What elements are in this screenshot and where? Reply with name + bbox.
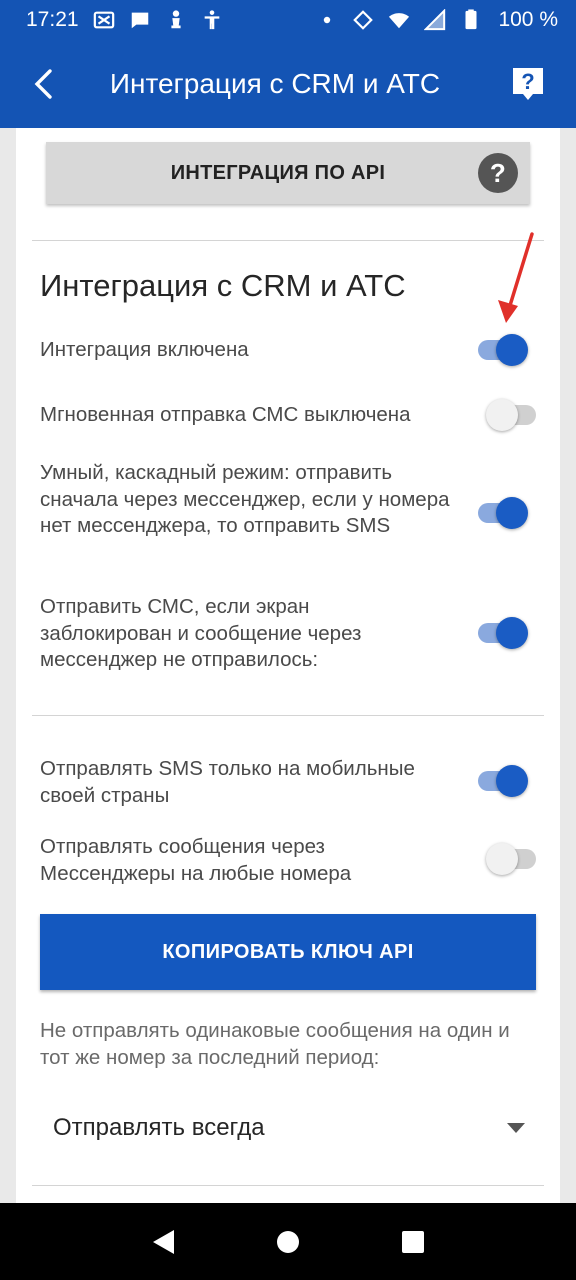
nav-back-button[interactable] bbox=[133, 1212, 193, 1272]
copy-api-key-button[interactable]: КОПИРОВАТЬ КЛЮЧ API bbox=[40, 914, 536, 990]
nav-recents-icon bbox=[402, 1230, 425, 1253]
status-left: 17:21 bbox=[26, 8, 223, 32]
setting-label: Отправлять сообщения через Мессенджеры н… bbox=[40, 835, 352, 885]
status-time: 17:21 bbox=[26, 8, 79, 31]
divider bbox=[32, 240, 544, 241]
status-bar: 17:21 100 % bbox=[0, 0, 576, 40]
api-integration-button[interactable]: ИНТЕГРАЦИЯ ПО API ? bbox=[46, 142, 530, 204]
mobile-only-toggle[interactable] bbox=[472, 763, 528, 799]
select-value: Отправлять всегда bbox=[53, 1114, 265, 1141]
back-button[interactable] bbox=[0, 40, 90, 128]
message-icon bbox=[129, 9, 151, 31]
nav-home-icon bbox=[276, 1230, 299, 1253]
cell-signal-icon bbox=[424, 9, 446, 31]
wifi-icon bbox=[388, 9, 410, 31]
dot-icon bbox=[316, 9, 338, 31]
help-button[interactable]: ? bbox=[480, 40, 576, 128]
navigation-bar bbox=[0, 1203, 576, 1280]
setting-row-cascade: Умный, каскадный режим: отправить сначал… bbox=[40, 460, 536, 566]
duplicate-period-label: Не отправлять одинаковые сообщения на од… bbox=[40, 1019, 510, 1069]
data-transfer-icon bbox=[352, 9, 374, 31]
cascade-toggle[interactable] bbox=[472, 495, 528, 531]
nav-home-button[interactable] bbox=[258, 1212, 318, 1272]
setting-row-messengers-any: Отправлять сообщения через Мессенджеры н… bbox=[40, 834, 536, 888]
instant-sms-toggle[interactable] bbox=[486, 397, 542, 433]
setting-label: Интеграция включена bbox=[40, 338, 249, 361]
api-integration-label: ИНТЕГРАЦИЯ ПО API bbox=[170, 161, 386, 184]
back-arrow-icon bbox=[34, 69, 52, 99]
toggle-thumb bbox=[496, 497, 528, 529]
setting-label: Мгновенная отправка СМС выключена bbox=[40, 403, 411, 426]
setting-label: Отправлять SMS только на мобильные своей… bbox=[40, 757, 415, 807]
divider bbox=[32, 715, 544, 716]
chess-piece-icon bbox=[165, 9, 187, 31]
setting-label: Отправить СМС, если экран заблокирован и… bbox=[40, 595, 362, 671]
setting-row-locked-screen: Отправить СМС, если экран заблокирован и… bbox=[40, 594, 536, 674]
divider bbox=[32, 1185, 544, 1186]
shuffle-icon bbox=[93, 9, 115, 31]
app-bar: Интеграция с CRM и АТС ? bbox=[0, 40, 576, 128]
battery-icon bbox=[460, 9, 482, 31]
toggle-thumb bbox=[496, 334, 528, 366]
page-title: Интеграция с CRM и АТС bbox=[109, 68, 441, 99]
copy-api-key-label: КОПИРОВАТЬ КЛЮЧ API bbox=[162, 940, 414, 963]
setting-row-instant-sms: Мгновенная отправка СМС выключена bbox=[40, 399, 536, 431]
toggle-thumb bbox=[496, 765, 528, 797]
toggle-thumb bbox=[486, 843, 518, 875]
status-right: 100 % bbox=[316, 8, 558, 32]
duplicate-period-select[interactable]: Отправлять всегда bbox=[40, 1100, 536, 1156]
nav-back-icon bbox=[152, 1229, 174, 1254]
accessibility-icon bbox=[201, 9, 223, 31]
question-glyph: ? bbox=[489, 157, 507, 188]
dropdown-arrow-icon bbox=[496, 1116, 536, 1140]
integration-toggle[interactable] bbox=[472, 332, 528, 368]
help-icon: ? bbox=[513, 68, 543, 100]
messengers-any-toggle[interactable] bbox=[486, 841, 542, 877]
settings-card: ИНТЕГРАЦИЯ ПО API ? Интеграция с CRM и А… bbox=[16, 128, 560, 1203]
setting-row-mobile-only: Отправлять SMS только на мобильные своей… bbox=[40, 756, 536, 810]
section-title: Интеграция с CRM и АТС bbox=[40, 268, 406, 303]
toggle-thumb bbox=[486, 399, 518, 431]
svg-text:?: ? bbox=[521, 69, 534, 94]
setting-label: Умный, каскадный режим: отправить сначал… bbox=[40, 461, 450, 537]
battery-level: 100 % bbox=[498, 8, 558, 31]
toggle-thumb bbox=[496, 617, 528, 649]
annotation-arrow-icon bbox=[498, 232, 534, 323]
screen: 17:21 100 % Интеграция с CRM и АТС ? ИНТ… bbox=[0, 0, 576, 1280]
question-icon[interactable]: ? bbox=[478, 153, 518, 193]
locked-screen-toggle[interactable] bbox=[472, 615, 528, 651]
setting-row-integration: Интеграция включена bbox=[40, 334, 536, 366]
nav-recents-button[interactable] bbox=[383, 1212, 443, 1272]
